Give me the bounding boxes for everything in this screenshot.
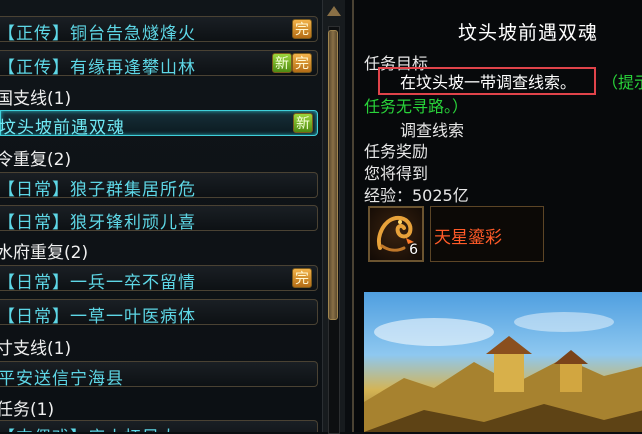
quest-illustration <box>364 292 642 432</box>
quest-row-label: 【正传】有缘再逢攀山林 <box>0 58 196 78</box>
exp-reward: 经验：5025亿 <box>364 186 469 205</box>
quest-row[interactable]: 【日常】一兵一卒不留情 完 <box>0 265 318 293</box>
completed-badge-icon: 完 <box>292 268 312 288</box>
quest-row-label: 【正传】铜台告急燧烽火 <box>0 24 196 44</box>
category-header[interactable]: 水府重复(2) <box>0 238 88 263</box>
quest-row[interactable]: 【支偶戏】店小杠风大 <box>0 420 318 432</box>
completed-badge-icon: 完 <box>292 53 312 73</box>
quest-row[interactable]: 【日常】狼牙锋利顽儿喜 <box>0 205 318 233</box>
scroll-up-arrow-icon[interactable] <box>327 6 341 16</box>
category-header[interactable]: 寸支线(1) <box>0 334 71 359</box>
quest-row-label: 【支偶戏】店小杠风大 <box>0 423 178 432</box>
reward-item-name-box[interactable]: 天星鎏彩 <box>430 206 544 262</box>
category-header[interactable]: 令重复(2) <box>0 145 71 170</box>
quest-row-label: 坟头坡前遇双魂 <box>0 118 125 138</box>
quest-list-panel: 【正传】铜台告急燧烽火 完 【正传】有缘再逢攀山林 新 完 国支线(1) 坟头坡… <box>0 0 322 432</box>
scenery-illustration <box>364 312 642 432</box>
quest-row-label: 【日常】狼牙锋利顽儿喜 <box>0 213 196 233</box>
quest-title: 坟头坡前遇双魂 <box>458 22 599 44</box>
hint-text: （提示 <box>602 73 642 92</box>
quest-row-selected[interactable]: 坟头坡前遇双魂 新 <box>0 110 318 138</box>
new-badge-icon: 新 <box>293 113 313 133</box>
objective-text[interactable]: 在坟头坡一带调查线索。 <box>400 69 576 93</box>
quest-row[interactable]: 【正传】有缘再逢攀山林 新 完 <box>0 50 318 78</box>
quest-row-label: 【日常】一草一叶医病体 <box>0 307 196 327</box>
quest-row[interactable]: 【正传】铜台告急燧烽火 完 <box>0 16 318 44</box>
completed-badge-icon: 完 <box>292 19 312 39</box>
category-header[interactable]: 任务(1) <box>0 395 54 420</box>
quest-row[interactable]: 【日常】一草一叶医病体 <box>0 299 318 327</box>
reward-label: 任务奖励 <box>364 142 429 161</box>
reward-item-slot[interactable]: 6 <box>368 206 424 262</box>
quest-row[interactable]: 【日常】狼子群集居所危 <box>0 172 318 200</box>
quest-row-label: 【日常】一兵一卒不留情 <box>0 273 196 293</box>
scroll-thumb[interactable] <box>328 30 338 320</box>
item-quantity: 6 <box>409 242 418 258</box>
reward-item-name: 天星鎏彩 <box>434 228 502 248</box>
category-header[interactable]: 国支线(1) <box>0 84 71 109</box>
quest-list-scrollbar[interactable] <box>322 0 345 434</box>
new-badge-icon: 新 <box>272 53 292 73</box>
hint-text-continued: 任务无寻路。） <box>364 97 469 116</box>
quest-row-label: 【日常】狼子群集居所危 <box>0 180 196 200</box>
quest-row[interactable]: 平安送信宁海县 <box>0 361 318 389</box>
quest-detail-panel: 坟头坡前遇双魂 任务目标 在坟头坡一带调查线索。 （提示 任务无寻路。） 调查线… <box>352 0 642 432</box>
quest-row-label: 平安送信宁海县 <box>0 369 124 389</box>
receive-label: 您将得到 <box>364 164 429 183</box>
